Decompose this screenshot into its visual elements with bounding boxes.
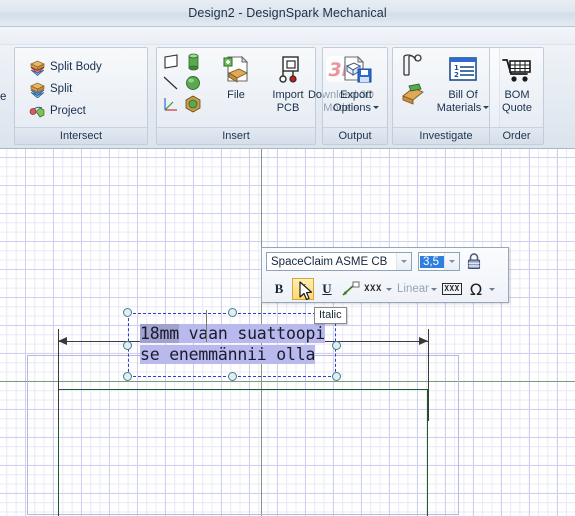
split-button[interactable]: Split xyxy=(29,79,72,99)
insert-file-icon xyxy=(219,54,253,88)
ribbon-group-order: BOM Quote Order xyxy=(489,47,544,145)
application-window: Design2 - DesignSpark Mechanical e Split… xyxy=(0,0,575,516)
line-icon[interactable] xyxy=(161,73,181,93)
text-selected-word: 18mm xyxy=(140,324,179,343)
symbol-button[interactable]: Ω xyxy=(467,278,485,300)
resize-handle-top-left[interactable] xyxy=(123,308,132,317)
ribbon-group-output-content: Export Options xyxy=(323,48,387,127)
export-options-label-1: Export xyxy=(340,89,372,101)
dimension-arrow-right xyxy=(419,337,428,345)
ribbon-group-insert: File Import PCB Insert xyxy=(156,47,374,145)
underline-button[interactable]: U xyxy=(316,278,338,300)
text-caret xyxy=(206,310,207,342)
bom-quote-icon xyxy=(500,54,534,88)
mouse-cursor xyxy=(299,281,315,303)
text-annotation-content[interactable]: 18mm vaan suattoopi se enemmännii olla xyxy=(140,323,328,365)
bom-quote-label-2: Quote xyxy=(502,101,532,114)
ribbon-group-output-label: Output xyxy=(323,127,387,144)
import-pcb-icon xyxy=(271,54,305,88)
resize-handle-middle-right[interactable] xyxy=(332,341,341,350)
resize-handle-bottom-center[interactable] xyxy=(228,372,237,381)
clipped-label-fragment: e xyxy=(0,91,7,103)
ribbon: e Split Body Split Project Intersect Fil… xyxy=(0,27,575,149)
resize-handle-bottom-left[interactable] xyxy=(123,372,132,381)
project-button[interactable]: Project xyxy=(29,101,86,121)
svg-text:2: 2 xyxy=(454,71,459,79)
font-family-combo[interactable]: SpaceClaim ASME CB xyxy=(266,252,412,271)
chevron-down-icon xyxy=(372,105,379,109)
axis-system-icon[interactable] xyxy=(161,94,181,114)
title-bar: Design2 - DesignSpark Mechanical xyxy=(0,0,575,27)
font-family-value: SpaceClaim ASME CB xyxy=(271,255,388,268)
font-family-dropdown-arrow[interactable] xyxy=(396,253,411,270)
solid-body-rectangle[interactable] xyxy=(58,389,428,516)
leader-line-button[interactable] xyxy=(340,278,362,300)
split-body-icon xyxy=(29,59,46,76)
window-title: Design2 - DesignSpark Mechanical xyxy=(188,6,387,20)
split-body-button[interactable]: Split Body xyxy=(29,57,102,77)
project-icon xyxy=(29,103,46,120)
plane-icon[interactable] xyxy=(161,52,181,72)
bold-button[interactable]: B xyxy=(268,278,290,300)
text-annotation-editor[interactable]: 18mm vaan suattoopi se enemmännii olla xyxy=(123,308,341,381)
ribbon-group-order-content: BOM Quote xyxy=(490,48,543,127)
cylinder-icon[interactable] xyxy=(183,52,203,72)
export-options-icon xyxy=(339,54,373,88)
linear-dimension-value: Linear xyxy=(397,283,429,295)
ribbon-group-investigate-content: 1 2 Bill Of Materials xyxy=(393,48,499,127)
text-line1-rest: vaan suattoopi xyxy=(178,324,325,343)
cube-icon[interactable] xyxy=(183,94,203,114)
linear-dimension-dropdown-arrow[interactable] xyxy=(430,287,437,291)
export-options-button[interactable]: Export Options xyxy=(325,50,387,128)
mass-properties-icon[interactable] xyxy=(399,80,427,108)
text-line2: se enemmännii olla xyxy=(140,345,316,364)
resize-handle-middle-left[interactable] xyxy=(123,341,132,350)
split-icon xyxy=(29,81,46,98)
ribbon-group-intersect: Split Body Split Project Intersect xyxy=(14,47,148,145)
lock-text-button[interactable] xyxy=(467,253,481,270)
bom-quote-label-1: BOM xyxy=(504,89,530,101)
ribbon-group-insert-content: File Import PCB xyxy=(157,48,374,127)
resize-handle-bottom-right[interactable] xyxy=(332,372,341,381)
dimension-arrow-left xyxy=(58,337,67,345)
font-size-combo[interactable]: 3,5 xyxy=(418,252,460,271)
export-options-label-2: Options xyxy=(325,102,387,115)
text-style-dropdown-arrow[interactable] xyxy=(386,287,392,291)
font-size-dropdown-arrow[interactable] xyxy=(444,253,459,270)
ribbon-group-output: Export Options Output xyxy=(322,47,388,145)
ribbon-group-intersect-content: Split Body Split Project xyxy=(15,48,147,127)
dimension-extension-line-right xyxy=(428,329,429,421)
split-label: Split xyxy=(50,83,73,95)
ribbon-group-investigate-label: Investigate xyxy=(393,127,499,144)
boxed-text-button[interactable]: XXX xyxy=(442,278,462,300)
italic-tooltip: Italic xyxy=(314,307,347,324)
bom-quote-button[interactable]: BOM Quote xyxy=(486,50,548,128)
ribbon-body: e Split Body Split Project Intersect Fil… xyxy=(0,45,575,149)
measure-icon[interactable] xyxy=(399,53,427,81)
resize-handle-top-center[interactable] xyxy=(228,308,237,317)
ribbon-group-insert-label: Insert xyxy=(157,127,315,144)
symbol-dropdown-arrow[interactable] xyxy=(488,287,495,291)
text-style-button[interactable]: XXX xyxy=(364,278,382,300)
ribbon-group-investigate: 1 2 Bill Of Materials Investigate xyxy=(392,47,500,145)
ribbon-tab-strip xyxy=(0,27,575,45)
split-body-label: Split Body xyxy=(50,61,102,73)
font-size-value: 3,5 xyxy=(420,255,444,268)
project-label: Project xyxy=(50,105,86,117)
sphere-icon[interactable] xyxy=(183,73,203,93)
format-toolbar-row-1: SpaceClaim ASME CB 3,5 xyxy=(262,248,508,275)
ribbon-group-order-label: Order xyxy=(490,127,543,144)
bill-of-materials-icon: 1 2 xyxy=(446,54,480,88)
ribbon-group-intersect-label: Intersect xyxy=(15,127,147,144)
design-canvas[interactable]: 18mm vaan suattoopi se enemmännii olla It… xyxy=(0,149,575,516)
